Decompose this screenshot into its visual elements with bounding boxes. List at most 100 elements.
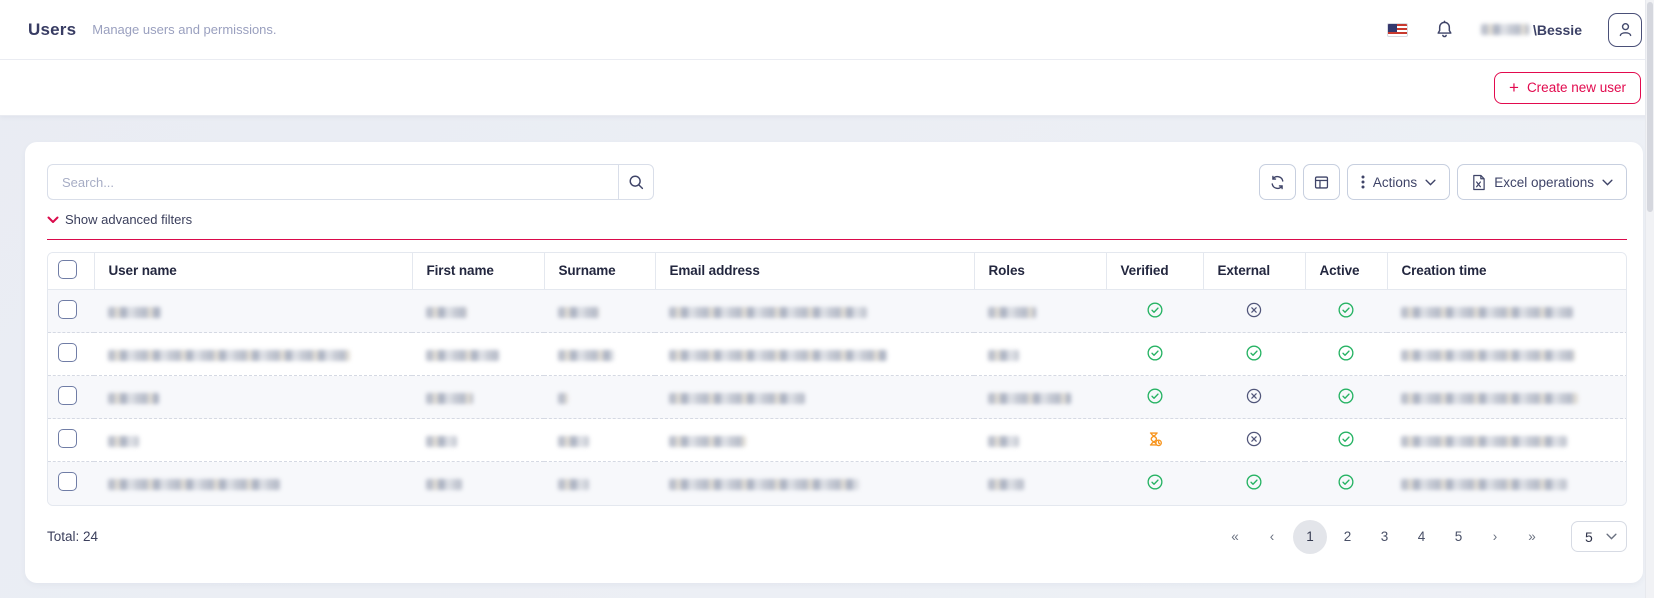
notifications-button[interactable] [1434, 19, 1455, 40]
cross-circle-icon [1245, 387, 1263, 405]
table-row[interactable] [48, 290, 1627, 333]
cell-surname [544, 376, 655, 419]
pagination-next[interactable]: › [1477, 520, 1514, 554]
table-row[interactable] [48, 333, 1627, 376]
search-icon [627, 173, 646, 192]
redacted-creation [1401, 393, 1578, 404]
check-circle-icon [1146, 387, 1164, 405]
verified-status-cell [1106, 462, 1203, 505]
verified-status-cell [1106, 376, 1203, 419]
row-checkbox-cell [48, 333, 94, 376]
cell-surname [544, 290, 655, 333]
cell-creation [1387, 333, 1627, 376]
redacted-creation [1401, 350, 1575, 361]
pagination-page-4[interactable]: 4 [1403, 520, 1440, 554]
refresh-icon [1269, 174, 1286, 191]
users-table: User nameFirst nameSurnameEmail addressR… [47, 252, 1627, 506]
column-header-username[interactable]: User name [94, 253, 412, 290]
cell-username [94, 462, 412, 505]
page-subtitle: Manage users and permissions. [92, 22, 276, 37]
column-header-verified[interactable]: Verified [1106, 253, 1203, 290]
redacted-tenant-name [1481, 24, 1529, 35]
column-header-surname[interactable]: Surname [544, 253, 655, 290]
redacted-surname [558, 479, 589, 490]
cell-roles [974, 462, 1106, 505]
redacted-username [108, 479, 280, 490]
create-new-user-button[interactable]: + Create new user [1494, 72, 1641, 104]
redacted-roles [988, 479, 1024, 490]
row-checkbox-cell [48, 462, 94, 505]
column-header-active[interactable]: Active [1305, 253, 1387, 290]
redacted-username [108, 350, 350, 361]
column-settings-button[interactable] [1303, 164, 1340, 200]
redacted-email [669, 350, 887, 361]
row-checkbox-cell [48, 419, 94, 462]
redacted-surname [558, 393, 568, 404]
show-advanced-filters-toggle[interactable]: Show advanced filters [47, 212, 192, 227]
scrollbar-thumb[interactable] [1647, 2, 1653, 212]
column-header-creation[interactable]: Creation time [1387, 253, 1627, 290]
profile-avatar-button[interactable] [1608, 13, 1642, 47]
search-input[interactable] [47, 164, 618, 200]
redacted-username [108, 307, 161, 318]
pagination-prev[interactable]: ‹ [1254, 520, 1291, 554]
active-status-cell [1305, 462, 1387, 505]
cell-firstname [412, 462, 544, 505]
row-checkbox[interactable] [58, 472, 77, 491]
pagination-page-3[interactable]: 3 [1366, 520, 1403, 554]
cell-creation [1387, 419, 1627, 462]
cell-firstname [412, 419, 544, 462]
row-checkbox[interactable] [58, 343, 77, 362]
column-header-external[interactable]: External [1203, 253, 1305, 290]
chevron-down-icon [1602, 179, 1613, 186]
search-button[interactable] [618, 164, 654, 200]
redacted-surname [558, 350, 614, 361]
redacted-email [669, 393, 805, 404]
plus-icon: + [1509, 79, 1519, 96]
column-header-email[interactable]: Email address [655, 253, 974, 290]
row-checkbox[interactable] [58, 300, 77, 319]
redacted-surname [558, 436, 589, 447]
table-row[interactable] [48, 419, 1627, 462]
pagination: «‹12345›» [1217, 520, 1551, 554]
table-row[interactable] [48, 376, 1627, 419]
language-flag-icon[interactable] [1387, 23, 1408, 37]
refresh-button[interactable] [1259, 164, 1296, 200]
cell-roles [974, 376, 1106, 419]
cell-surname [544, 333, 655, 376]
external-status-cell [1203, 462, 1305, 505]
cell-firstname [412, 333, 544, 376]
verified-status-cell [1106, 419, 1203, 462]
redacted-email [669, 479, 859, 490]
check-circle-icon [1337, 387, 1355, 405]
pagination-page-5[interactable]: 5 [1440, 520, 1477, 554]
page-size-select[interactable]: 5 [1571, 521, 1627, 552]
row-checkbox[interactable] [58, 386, 77, 405]
column-header-roles[interactable]: Roles [974, 253, 1106, 290]
table-row[interactable] [48, 462, 1627, 505]
pagination-last[interactable]: » [1514, 520, 1551, 554]
topbar: Users Manage users and permissions. \Bes… [0, 0, 1654, 60]
select-all-checkbox[interactable] [58, 260, 77, 279]
cell-roles [974, 333, 1106, 376]
current-user-menu[interactable]: \Bessie [1481, 22, 1582, 38]
column-header-firstname[interactable]: First name [412, 253, 544, 290]
check-circle-icon [1146, 344, 1164, 362]
pending-hourglass-icon [1146, 430, 1164, 448]
redacted-creation [1401, 307, 1573, 318]
row-checkbox[interactable] [58, 429, 77, 448]
excel-operations-button[interactable]: Excel operations [1457, 164, 1627, 200]
pagination-page-2[interactable]: 2 [1329, 520, 1366, 554]
redacted-firstname [426, 479, 462, 490]
check-circle-icon [1337, 473, 1355, 491]
pagination-page-1[interactable]: 1 [1293, 520, 1327, 554]
redacted-email [669, 436, 746, 447]
redacted-firstname [426, 436, 457, 447]
bell-icon [1434, 19, 1455, 40]
pagination-first[interactable]: « [1217, 520, 1254, 554]
check-circle-icon [1245, 473, 1263, 491]
check-circle-icon [1146, 301, 1164, 319]
actions-dropdown-button[interactable]: Actions [1347, 164, 1450, 200]
scrollbar-track[interactable] [1645, 0, 1654, 598]
cell-email [655, 376, 974, 419]
